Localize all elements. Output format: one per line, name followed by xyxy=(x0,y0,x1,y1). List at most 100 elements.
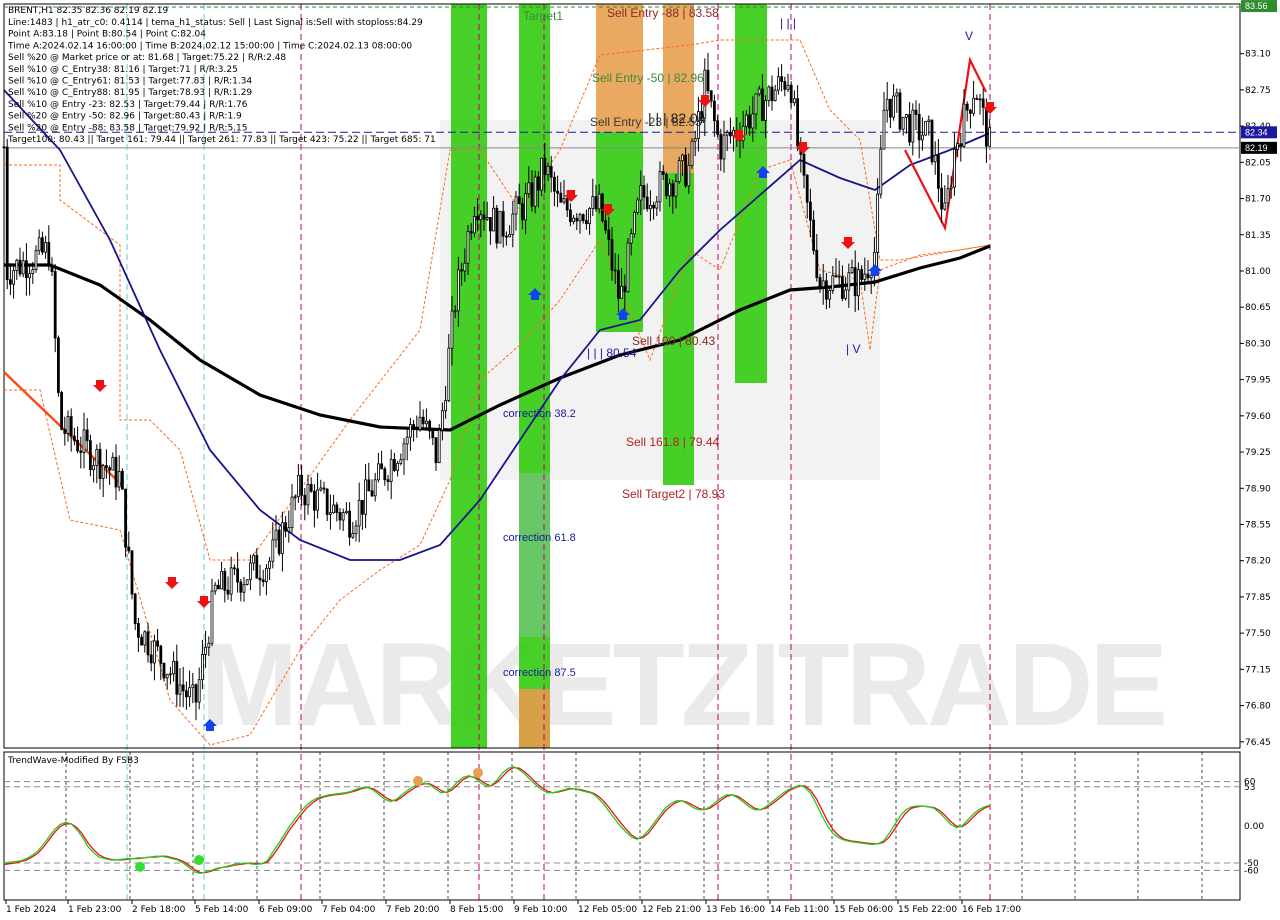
x-tick-label: 7 Feb 20:00 xyxy=(386,905,440,915)
candle-body xyxy=(175,660,179,695)
candle-body xyxy=(543,157,547,176)
candle-body xyxy=(661,171,665,175)
candle-body xyxy=(159,645,163,664)
candle-body xyxy=(383,468,387,481)
candle-body xyxy=(671,183,675,197)
candle-body xyxy=(530,182,534,207)
candle-body xyxy=(533,176,537,207)
candle-body xyxy=(351,533,355,538)
y-tick-label: 79.95 xyxy=(1245,376,1271,386)
green-zone-light xyxy=(519,473,550,637)
candle-body xyxy=(620,285,623,299)
candle-body xyxy=(783,81,787,90)
candle-body xyxy=(613,269,617,272)
candle-body xyxy=(424,420,428,425)
candle-body xyxy=(216,584,220,590)
osc-tick-label: -60 xyxy=(1244,866,1259,876)
candle-body xyxy=(844,289,847,299)
candle-body xyxy=(649,204,652,210)
candle-body xyxy=(805,174,809,203)
candle-body xyxy=(921,134,924,141)
candle-body xyxy=(277,529,281,554)
x-tick-label: 1 Feb 2024 xyxy=(6,905,57,915)
candle-body xyxy=(127,546,131,552)
candle-body xyxy=(809,201,812,221)
candle-body xyxy=(143,631,147,646)
candle-body xyxy=(684,154,687,187)
candle-body xyxy=(889,98,892,118)
candle-body xyxy=(988,127,991,147)
candle-body xyxy=(44,242,47,253)
y-tick-label: 81.35 xyxy=(1245,231,1271,241)
candle-body xyxy=(572,217,575,223)
candle-body xyxy=(92,465,95,471)
candle-body xyxy=(364,479,368,515)
candle-body xyxy=(604,220,607,231)
candle-body xyxy=(933,154,937,163)
candle-body xyxy=(239,581,243,593)
candle-body xyxy=(41,237,44,253)
candle-body xyxy=(773,89,777,102)
candle-body xyxy=(18,259,22,275)
candle-body xyxy=(146,631,150,656)
annotation-label: V xyxy=(965,29,973,43)
candle-body xyxy=(588,208,591,224)
x-tick-label: 8 Feb 15:00 xyxy=(450,905,504,915)
candle xyxy=(498,211,502,244)
candle-body xyxy=(408,424,412,438)
candle-body xyxy=(940,187,943,210)
info-line: Sell %10 @ C_Entry61: 81.53 | Target:77.… xyxy=(8,77,252,87)
candle-body xyxy=(553,176,556,192)
candle-body xyxy=(415,426,419,431)
candle-body xyxy=(24,260,28,279)
candle-body xyxy=(316,489,320,511)
candle-body xyxy=(328,512,332,515)
candle-body xyxy=(511,213,515,235)
candle-body xyxy=(82,429,86,453)
orange-zone xyxy=(519,689,550,748)
candle-body xyxy=(124,488,127,548)
candle-body xyxy=(981,98,985,108)
candle-body xyxy=(508,234,512,238)
candle-body xyxy=(985,107,988,147)
price-tag: 82.34 xyxy=(1241,126,1277,139)
candle-body xyxy=(463,262,467,272)
watermark-text: MARKETZITRADE xyxy=(200,619,1164,751)
y-tick-label: 82.05 xyxy=(1245,158,1271,168)
candle-body xyxy=(258,577,262,581)
candle xyxy=(495,204,499,249)
candle-body xyxy=(898,92,902,130)
candle-body xyxy=(428,420,432,432)
candle-body xyxy=(687,164,691,187)
candle-body xyxy=(978,98,982,101)
candle-body xyxy=(559,192,563,203)
y-tick-label: 77.50 xyxy=(1245,629,1271,639)
price-tag: 82.19 xyxy=(1241,141,1277,154)
candle-body xyxy=(136,623,140,638)
y-tick-label: 79.60 xyxy=(1245,412,1271,422)
candle-body xyxy=(802,153,806,176)
candle-body xyxy=(274,529,278,541)
candle-body xyxy=(69,416,73,437)
y-tick-label: 78.20 xyxy=(1245,557,1271,567)
candle-body xyxy=(639,185,643,201)
candle xyxy=(690,138,694,169)
candle-body xyxy=(725,132,729,136)
candle-body xyxy=(172,660,176,675)
candle-body xyxy=(549,165,553,178)
candle-body xyxy=(335,504,339,513)
candle-body xyxy=(850,267,854,274)
info-line: Sell %20 @ Entry -50: 82.96 | Target:80.… xyxy=(8,112,242,122)
candle-body xyxy=(636,199,639,213)
candle-body xyxy=(306,484,310,506)
symbol-line: BRENT,H1 82.35 82.36 82.19 82.19 xyxy=(8,6,168,16)
candle-body xyxy=(607,229,611,240)
candle-body xyxy=(546,165,550,176)
candle-body xyxy=(389,458,393,482)
candle xyxy=(636,197,639,215)
candle-body xyxy=(191,684,195,689)
candle-body xyxy=(76,439,79,452)
candle-body xyxy=(575,217,579,222)
candle-body xyxy=(892,95,895,118)
candle-body xyxy=(623,285,627,293)
